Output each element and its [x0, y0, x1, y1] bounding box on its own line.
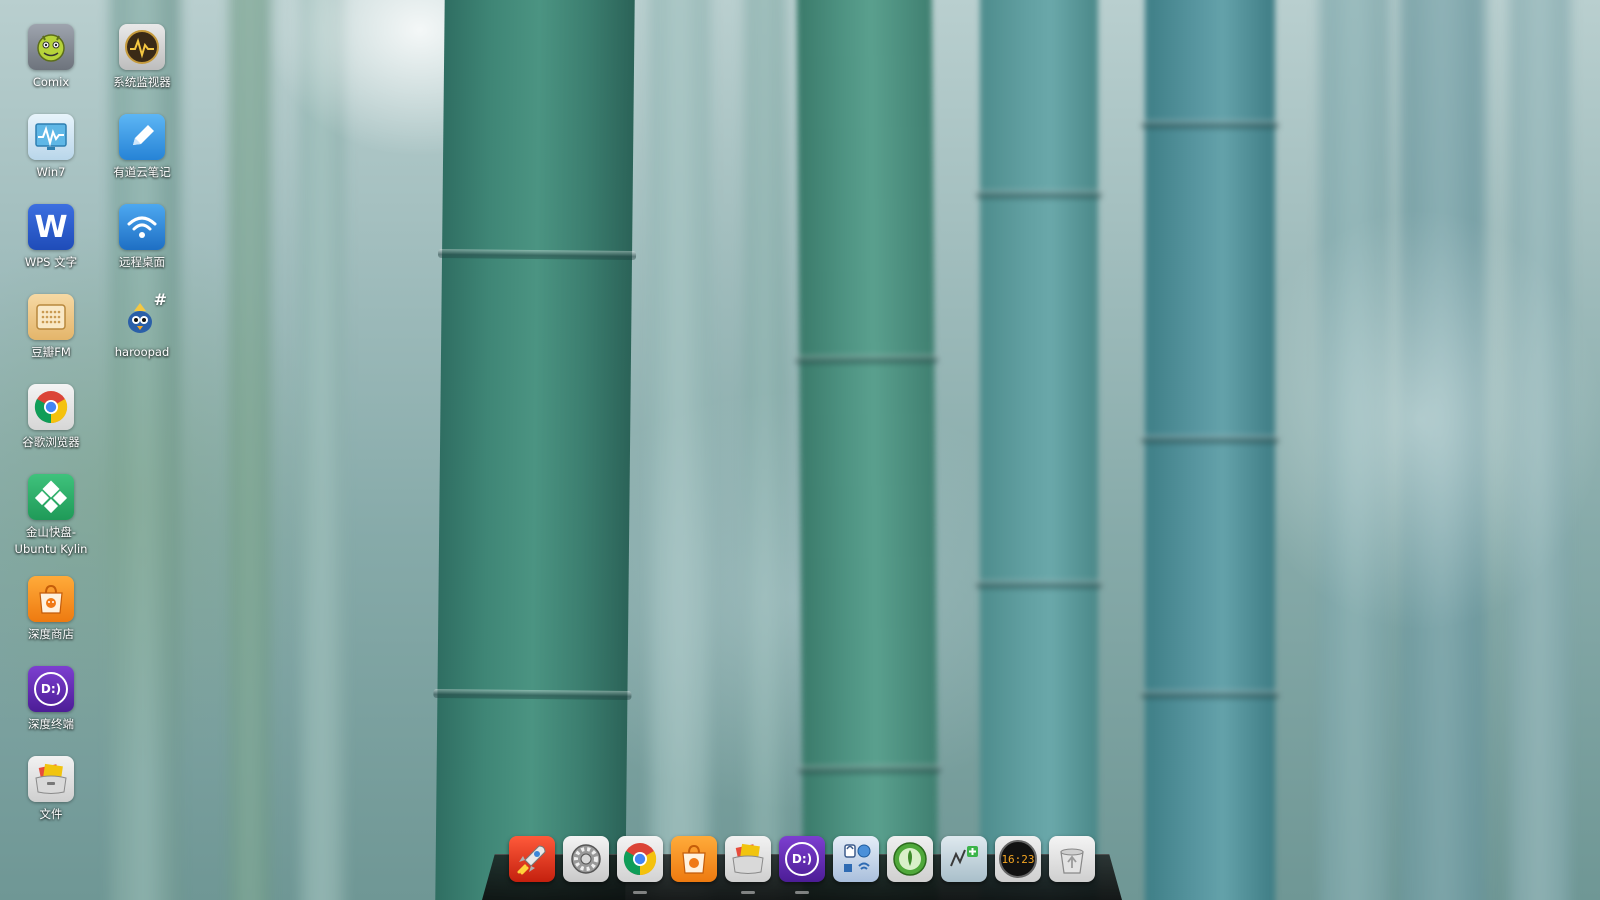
desktop-icon-label: 系统监视器 — [113, 75, 171, 89]
dock-item-files[interactable] — [725, 836, 771, 894]
chrome-icon — [28, 384, 74, 430]
desktop-icon-kingsoft-kuaipan[interactable]: 金山快盘-Ubuntu Kylin — [5, 474, 97, 558]
monitor-wave-icon — [28, 114, 74, 160]
clock-time: 16:23 — [1001, 852, 1035, 866]
desktop-icon-douban-fm[interactable]: 豆瓣FM — [5, 294, 97, 361]
desktop-icon-chrome[interactable]: 谷歌浏览器 — [5, 384, 97, 451]
file-manager-icon — [28, 756, 74, 802]
bamboo-node — [433, 688, 632, 701]
desktop-icon-comix[interactable]: Comix — [5, 24, 97, 91]
dock-item-music-player[interactable] — [887, 836, 933, 882]
music-player-icon — [893, 842, 927, 876]
bamboo-node — [438, 248, 637, 261]
dock-item-trash[interactable] — [1049, 836, 1095, 882]
dock-item-system-monitor[interactable] — [941, 836, 987, 882]
desktop-icon-label: 深度商店 — [28, 627, 74, 641]
bamboo-node — [976, 580, 1102, 589]
bamboo-node — [798, 764, 942, 775]
bamboo-stalk — [795, 0, 942, 900]
rocket-icon — [517, 845, 546, 875]
desktop-icon-label: Comix — [32, 75, 70, 89]
dock-item-control-center[interactable] — [833, 836, 879, 882]
bamboo-node — [1141, 690, 1279, 699]
wallpaper — [0, 0, 1600, 900]
dock: D:) 16:23 — [482, 832, 1122, 900]
desktop-icon-remote-desktop[interactable]: 远程桌面 — [96, 204, 188, 271]
running-indicator — [795, 891, 809, 894]
dock-item-system-settings[interactable] — [563, 836, 609, 882]
clock-icon: 16:23 — [999, 840, 1037, 878]
terminal-icon: D:) — [28, 666, 74, 712]
desktop-icon-label: 谷歌浏览器 — [22, 435, 80, 449]
running-indicator — [741, 891, 755, 894]
running-indicator — [633, 891, 647, 894]
dock-item-chrome[interactable] — [617, 836, 663, 894]
settings-gear-icon — [571, 844, 601, 874]
desktop-icon-deepin-store[interactable]: 深度商店 — [5, 576, 97, 643]
file-manager-icon — [732, 843, 764, 874]
desktop-icon-deepin-terminal[interactable]: D:) 深度终端 — [5, 666, 97, 733]
bamboo-stalk — [433, 0, 637, 900]
dock-item-deepin-store[interactable] — [671, 836, 717, 882]
desktop-icon-wps-writer[interactable]: W WPS 文字 — [5, 204, 97, 271]
bamboo-node — [795, 354, 939, 365]
desktop-icon-label: WPS 文字 — [24, 255, 78, 269]
dock-item-clock[interactable]: 16:23 — [995, 836, 1041, 882]
chrome-icon — [623, 843, 657, 876]
comix-face-icon — [28, 24, 74, 70]
desktop-icon-haroopad[interactable]: # haroopad — [96, 290, 188, 361]
pencil-note-icon — [119, 114, 165, 160]
wps-glyph: W — [34, 209, 68, 245]
bamboo-stalk — [1141, 0, 1279, 900]
desktop-icon-youdao-note[interactable]: 有道云笔记 — [96, 114, 188, 181]
desktop-icon-files[interactable]: 文件 — [5, 756, 97, 823]
desktop-icon-label: 豆瓣FM — [31, 345, 71, 359]
desktop-icon-label: 深度终端 — [28, 717, 74, 731]
haroopad-hash-glyph: # — [153, 290, 167, 309]
haroopad-bird-icon: # — [119, 290, 167, 340]
desktop-icon-win7[interactable]: Win7 — [5, 114, 97, 181]
system-monitor-chart-icon — [950, 846, 978, 867]
store-bag-icon — [28, 576, 74, 622]
desktop-icon-label: haroopad — [114, 345, 170, 359]
desktop-icon-label: 金山快盘-Ubuntu Kylin — [14, 525, 88, 556]
desktop-icon-label: 远程桌面 — [119, 255, 165, 269]
desktop-icon-label: 有道云笔记 — [113, 165, 171, 179]
desktop-icon-label: Win7 — [36, 165, 66, 179]
desktop-icon-system-monitor[interactable]: 系统监视器 — [96, 24, 188, 91]
kuaipan-icon — [28, 474, 74, 520]
bamboo-node — [1141, 435, 1279, 444]
bamboo-node — [1141, 120, 1279, 129]
bamboo-stalk — [976, 0, 1102, 900]
system-monitor-icon — [119, 24, 165, 70]
wps-w-icon: W — [28, 204, 74, 250]
dock-item-launcher[interactable] — [509, 836, 555, 882]
terminal-glyph: D:) — [34, 672, 68, 706]
dock-item-deepin-terminal[interactable]: D:) — [779, 836, 825, 894]
radio-icon — [28, 294, 74, 340]
trash-recycle-icon — [1060, 848, 1084, 874]
desktop-icon-label: 文件 — [39, 807, 63, 821]
terminal-icon: D:) — [785, 842, 819, 876]
wifi-icon — [119, 204, 165, 250]
control-center-icon — [844, 844, 871, 872]
bamboo-node — [976, 190, 1102, 199]
store-bag-icon — [682, 844, 706, 874]
